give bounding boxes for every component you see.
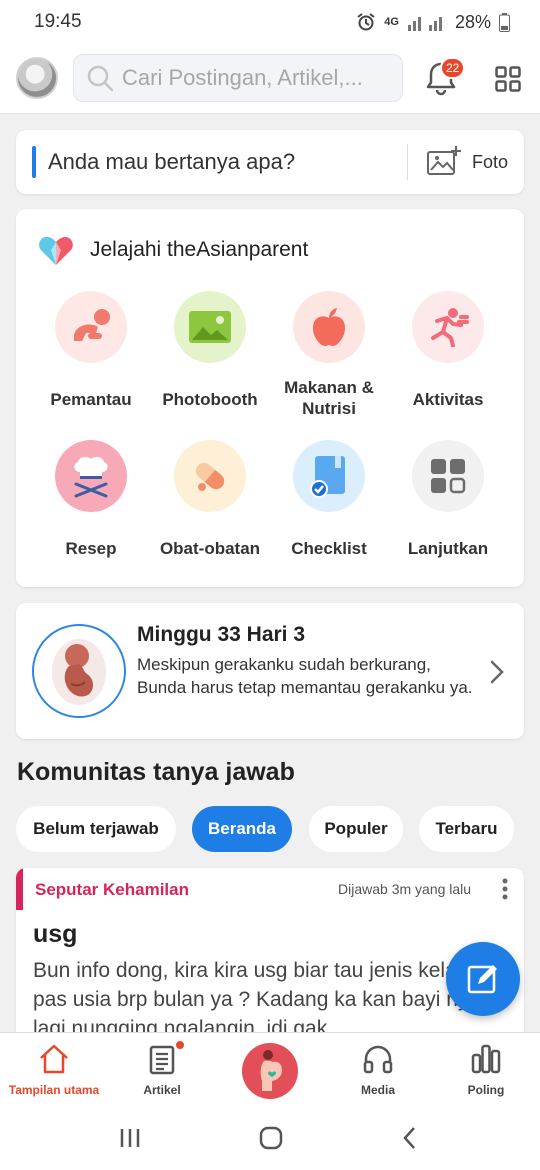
status-bar: 19:45 4G 28% — [0, 0, 540, 44]
pregnancy-week-card[interactable]: Minggu 33 Hari 3 Meskipun gerakanku suda… — [16, 603, 524, 739]
nav-label: Poling — [467, 1083, 505, 1097]
home-icon — [40, 1044, 68, 1074]
ask-question-card[interactable]: Anda mau bertanya apa? Foto — [16, 130, 524, 194]
explore-card: Jelajahi theAsianparent Pemantau Photobo… — [16, 209, 524, 587]
system-navigation-bar — [0, 1108, 540, 1170]
checklist-icon — [310, 456, 345, 498]
feature-icon-bg — [174, 291, 246, 363]
ask-prompt[interactable]: Anda mau bertanya apa? — [48, 149, 295, 175]
more-grid-icon — [431, 459, 466, 494]
status-icons: 4G 28% — [356, 12, 510, 33]
bottom-navigation: Tampilan utama Artikel Media Poling — [0, 1032, 540, 1108]
pregnancy-week-title: Minggu 33 Hari 3 — [137, 623, 306, 646]
fetus-icon — [52, 639, 106, 705]
network-type: 4G — [384, 16, 399, 28]
feature-label: Checklist — [291, 539, 367, 558]
feature-label: Aktivitas — [412, 390, 484, 409]
heart-logo-icon — [39, 237, 73, 265]
feature-resep[interactable]: Resep — [32, 440, 150, 558]
filter-beranda[interactable]: Beranda — [192, 806, 292, 852]
search-input[interactable] — [122, 65, 397, 91]
filter-belum-terjawab[interactable]: Belum terjawab — [16, 806, 176, 852]
pregnancy-week-description: Meskipun gerakanku sudah berkurang, Bund… — [137, 655, 473, 697]
alarm-icon — [357, 13, 375, 31]
feature-aktivitas[interactable]: Aktivitas — [389, 291, 507, 409]
add-photo-icon[interactable] — [426, 144, 462, 180]
feature-label: Pemantau — [50, 390, 132, 409]
feature-icon-bg — [55, 440, 127, 512]
feature-icon-bg — [55, 291, 127, 363]
text-cursor-bar — [32, 146, 36, 178]
signal-icon — [407, 17, 442, 31]
top-bar: 22 — [0, 44, 540, 114]
back-icon[interactable] — [400, 1126, 420, 1150]
notification-badge: 22 — [440, 57, 466, 79]
chevron-right-icon[interactable] — [488, 659, 506, 685]
pill-icon — [195, 462, 225, 491]
unread-dot — [174, 1039, 186, 1051]
compose-button[interactable] — [446, 942, 520, 1016]
post-body[interactable]: Bun info dong, kira kira usg biar tau je… — [33, 956, 503, 1043]
edit-icon — [467, 965, 497, 994]
feature-icon-bg — [293, 291, 365, 363]
feature-label: Photobooth — [162, 390, 258, 409]
battery-icon — [499, 12, 510, 32]
image-icon — [189, 311, 231, 343]
feature-label: Obat-obatan — [159, 539, 261, 558]
feature-label: Makanan & Nutrisi — [284, 378, 374, 418]
feature-icon-bg — [293, 440, 365, 512]
search-icon — [87, 65, 114, 92]
poll-icon — [471, 1044, 501, 1074]
feature-pemantau[interactable]: Pemantau — [32, 291, 150, 409]
nav-media[interactable]: Media — [324, 1033, 432, 1109]
post-category[interactable]: Seputar Kehamilan — [35, 880, 189, 900]
search-box[interactable] — [73, 54, 403, 102]
feature-lanjutkan[interactable]: Lanjutkan — [389, 440, 507, 558]
home-button-icon[interactable] — [258, 1126, 284, 1150]
feature-icon-bg — [174, 440, 246, 512]
recent-apps-icon[interactable] — [118, 1126, 142, 1150]
avatar[interactable] — [16, 57, 58, 99]
apple-icon — [313, 308, 345, 346]
filter-terbaru[interactable]: Terbaru — [419, 806, 514, 852]
more-vertical-icon[interactable] — [501, 878, 509, 900]
feature-label: Lanjutkan — [407, 539, 489, 558]
nav-label: Tampilan utama — [8, 1083, 100, 1097]
nav-artikel[interactable]: Artikel — [108, 1033, 216, 1109]
feature-icon-bg — [412, 291, 484, 363]
nav-poling[interactable]: Poling — [432, 1033, 540, 1109]
grid-menu-icon[interactable] — [495, 66, 521, 92]
battery-percent: 28% — [454, 11, 491, 32]
community-title: Komunitas tanya jawab — [17, 758, 295, 786]
nav-label: Artikel — [143, 1083, 181, 1097]
status-time: 19:45 — [34, 11, 82, 32]
nav-home[interactable]: Tampilan utama — [0, 1033, 108, 1109]
category-accent-bar — [16, 868, 23, 910]
feature-checklist[interactable]: Checklist — [270, 440, 388, 558]
nav-label: Media — [360, 1083, 395, 1097]
feature-icon-bg — [412, 440, 484, 512]
nav-pregnancy[interactable] — [242, 1043, 298, 1099]
photo-label[interactable]: Foto — [472, 152, 508, 173]
feature-obat-obatan[interactable]: Obat-obatan — [151, 440, 269, 558]
divider — [407, 144, 408, 180]
baby-crawl-icon — [74, 309, 110, 341]
headphones-icon — [363, 1045, 393, 1074]
feature-label: Resep — [65, 539, 117, 558]
fetus-image — [32, 624, 126, 718]
post-time: Dijawab 3m yang lalu — [338, 881, 472, 897]
feature-makanan-nutrisi[interactable]: Makanan & Nutrisi — [270, 291, 388, 418]
post-title[interactable]: usg — [33, 920, 77, 949]
feature-photobooth[interactable]: Photobooth — [151, 291, 269, 409]
filter-populer[interactable]: Populer — [309, 806, 403, 852]
article-icon — [149, 1045, 175, 1075]
chef-hat-icon — [74, 456, 108, 498]
explore-title: Jelajahi theAsianparent — [90, 238, 309, 261]
pregnancy-icon — [260, 1050, 282, 1091]
running-icon — [431, 308, 469, 347]
